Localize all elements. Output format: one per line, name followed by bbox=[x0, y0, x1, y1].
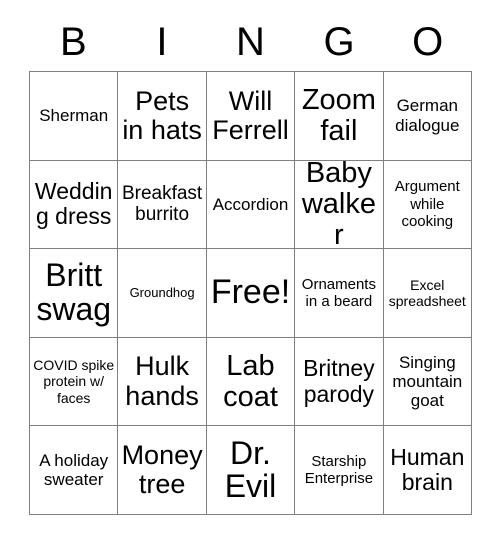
bingo-cell-label: Ornaments in a beard bbox=[301, 275, 376, 310]
bingo-cell-r1-c5[interactable]: German dialogue bbox=[383, 72, 472, 161]
bingo-cell-label: A holiday sweater bbox=[39, 450, 109, 490]
bingo-cell-r4-c3[interactable]: Lab coat bbox=[206, 337, 296, 427]
bingo-cell-r4-c4[interactable]: Britney parody bbox=[295, 337, 384, 427]
bingo-cell-label: Excel spreadsheet bbox=[388, 276, 466, 309]
bingo-cell-r5-c5[interactable]: Human brain bbox=[383, 426, 472, 515]
bingo-cell-label: Pets in hats bbox=[122, 85, 202, 145]
bingo-header-letter-n: N bbox=[236, 20, 265, 64]
bingo-cell-r5-c1[interactable]: A holiday sweater bbox=[30, 426, 119, 515]
bingo-cell-r4-c5[interactable]: Singing mountain goat bbox=[383, 337, 472, 427]
bingo-cell-label: Wedding dress bbox=[34, 178, 113, 230]
bingo-cell-r3-c4[interactable]: Ornaments in a beard bbox=[295, 249, 384, 338]
bingo-cell-r2-c4[interactable]: Baby walker bbox=[295, 160, 384, 250]
bingo-cell-label: Baby walker bbox=[301, 160, 376, 250]
bingo-cell-label: Hulk hands bbox=[125, 351, 199, 411]
bingo-header-row: B I N G O bbox=[29, 14, 472, 70]
bingo-cell-label: COVID spike protein w/ faces bbox=[33, 357, 115, 406]
bingo-cell-label: Singing mountain goat bbox=[392, 352, 463, 411]
bingo-cell-label: Britney parody bbox=[303, 355, 375, 407]
bingo-cell-label: Zoom fail bbox=[301, 84, 376, 147]
bingo-cell-r1-c3[interactable]: Will Ferrell bbox=[206, 72, 296, 161]
bingo-cell-label: Will Ferrell bbox=[212, 85, 289, 145]
bingo-cell-label: Breakfast burrito bbox=[121, 183, 203, 226]
bingo-free-space[interactable]: Free! bbox=[206, 249, 296, 338]
bingo-cell-r5-c4[interactable]: Starship Enterprise bbox=[295, 426, 384, 515]
bingo-card: B I N G O Sherman Pets in hats Will Ferrel… bbox=[0, 0, 500, 544]
bingo-cell-label: Dr. Evil bbox=[224, 434, 277, 505]
bingo-cell-r3-c1[interactable]: Britt swag bbox=[30, 249, 119, 338]
bingo-cell-label: Argument while cooking bbox=[394, 178, 460, 231]
bingo-header-letter-o: O bbox=[412, 20, 444, 64]
bingo-cell-r5-c3[interactable]: Dr. Evil bbox=[206, 426, 296, 515]
bingo-cell-r4-c2[interactable]: Hulk hands bbox=[118, 337, 207, 427]
bingo-cell-r1-c2[interactable]: Pets in hats bbox=[118, 72, 207, 161]
bingo-cell-r3-c2[interactable]: Groundhog bbox=[118, 249, 207, 338]
bingo-cell-r5-c2[interactable]: Money tree bbox=[118, 426, 207, 515]
bingo-cell-r2-c5[interactable]: Argument while cooking bbox=[383, 160, 472, 250]
bingo-cell-r4-c1[interactable]: COVID spike protein w/ faces bbox=[30, 337, 119, 427]
bingo-cell-label: Human brain bbox=[390, 443, 465, 496]
bingo-cell-r1-c4[interactable]: Zoom fail bbox=[295, 72, 384, 161]
bingo-header-letter-b: B bbox=[59, 20, 87, 64]
bingo-cell-r2-c3[interactable]: Accordion bbox=[206, 160, 296, 250]
bingo-cell-label: Accordion bbox=[212, 194, 289, 214]
bingo-cell-label: German dialogue bbox=[395, 96, 460, 135]
bingo-cell-r3-c5[interactable]: Excel spreadsheet bbox=[383, 249, 472, 338]
bingo-grid: Sherman Pets in hats Will Ferrell Zoom fail… bbox=[29, 71, 472, 515]
bingo-cell-label: Starship Enterprise bbox=[304, 452, 374, 488]
bingo-cell-label: Sherman bbox=[39, 106, 109, 126]
bingo-header-letter-g: G bbox=[323, 20, 355, 64]
bingo-cell-label: Free! bbox=[210, 273, 291, 312]
bingo-cell-label: Lab coat bbox=[223, 349, 278, 413]
bingo-cell-r2-c2[interactable]: Breakfast burrito bbox=[118, 160, 207, 250]
bingo-cell-r1-c1[interactable]: Sherman bbox=[30, 72, 119, 161]
bingo-cell-label: Money tree bbox=[121, 440, 203, 500]
bingo-cell-label: Britt swag bbox=[36, 257, 112, 327]
bingo-cell-label: Groundhog bbox=[129, 285, 195, 301]
bingo-header-letter-i: I bbox=[156, 20, 168, 64]
bingo-cell-r2-c1[interactable]: Wedding dress bbox=[30, 160, 119, 250]
